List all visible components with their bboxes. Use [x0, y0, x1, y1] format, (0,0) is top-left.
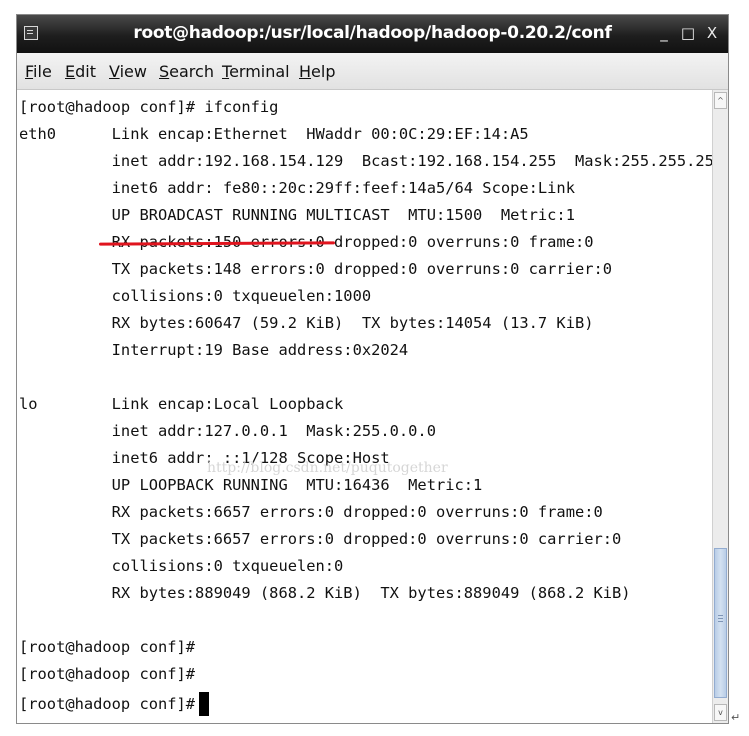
terminal-line: RX packets:6657 errors:0 dropped:0 overr… — [19, 503, 603, 521]
title-bar[interactable]: root@hadoop:/usr/local/hadoop/hadoop-0.2… — [17, 15, 728, 53]
menu-terminal-mnemonic: T — [222, 62, 230, 81]
terminal-line: RX bytes:889049 (868.2 KiB) TX bytes:889… — [19, 584, 631, 602]
chevron-down-icon: v — [718, 708, 723, 717]
terminal-prompt-line: [root@hadoop conf]# — [19, 692, 210, 716]
scrollbar-thumb[interactable] — [714, 548, 727, 698]
window-title: root@hadoop:/usr/local/hadoop/hadoop-0.2… — [133, 23, 612, 43]
grip-icon — [718, 615, 723, 616]
terminal-line: TX packets:6657 errors:0 dropped:0 overr… — [19, 530, 622, 548]
maximize-button[interactable]: □ — [679, 24, 697, 42]
menu-edit-label: dit — [75, 62, 96, 81]
menu-help-label: elp — [311, 62, 336, 81]
menu-view-label: iew — [119, 62, 147, 81]
menu-search-mnemonic: S — [159, 62, 170, 81]
terminal-output[interactable]: [root@hadoop conf]# ifconfig eth0 Link e… — [17, 90, 728, 723]
menu-bar: File Edit View Search Terminal Help — [17, 53, 728, 90]
menu-help[interactable]: Help — [299, 62, 335, 81]
terminal-line: [root@hadoop conf]# — [19, 638, 196, 656]
terminal-line: collisions:0 txqueuelen:1000 — [19, 287, 372, 305]
terminal-window: root@hadoop:/usr/local/hadoop/hadoop-0.2… — [16, 14, 729, 724]
terminal-line: UP BROADCAST RUNNING MULTICAST MTU:1500 … — [19, 206, 575, 224]
prompt-text: [root@hadoop conf]# — [19, 695, 196, 713]
scroll-up-button[interactable]: ^ — [714, 92, 727, 109]
terminal-line: [root@hadoop conf]# ifconfig — [19, 98, 279, 116]
menu-view-mnemonic: V — [109, 62, 120, 81]
menu-search-label: earch — [169, 62, 214, 81]
menu-terminal-label: erminal — [229, 62, 290, 81]
watermark-text: http://blog.csdn.net/puqutogether — [207, 460, 448, 476]
menu-file[interactable]: File — [25, 62, 52, 81]
terminal-line: inet addr:192.168.154.129 Bcast:192.168.… — [19, 152, 729, 170]
menu-search[interactable]: Search — [159, 62, 214, 81]
menu-terminal[interactable]: Terminal — [222, 62, 290, 81]
terminal-line: eth0 Link encap:Ethernet HWaddr 00:0C:29… — [19, 125, 529, 143]
menu-help-mnemonic: H — [299, 62, 312, 81]
menu-file-label: ile — [33, 62, 52, 81]
terminal-line: inet addr:127.0.0.1 Mask:255.0.0.0 — [19, 422, 436, 440]
vertical-scrollbar[interactable]: ^ v — [712, 90, 728, 723]
terminal-line: TX packets:148 errors:0 dropped:0 overru… — [19, 260, 613, 278]
menu-view[interactable]: View — [109, 62, 147, 81]
terminal-line: collisions:0 txqueuelen:0 — [19, 557, 344, 575]
chevron-up-icon: ^ — [717, 96, 724, 105]
close-button[interactable]: X — [703, 24, 721, 42]
terminal-line: UP LOOPBACK RUNNING MTU:16436 Metric:1 — [19, 476, 483, 494]
menu-edit-mnemonic: E — [65, 62, 76, 81]
terminal-line: inet6 addr: fe80::20c:29ff:feef:14a5/64 … — [19, 179, 575, 197]
terminal-line: RX bytes:60647 (59.2 KiB) TX bytes:14054… — [19, 314, 594, 332]
menu-edit[interactable]: Edit — [65, 62, 96, 81]
terminal-line: [root@hadoop conf]# — [19, 665, 196, 683]
terminal-line: Interrupt:19 Base address:0x2024 — [19, 341, 409, 359]
scroll-down-button[interactable]: v — [714, 704, 727, 721]
paragraph-mark: ↵ — [731, 711, 741, 724]
minimize-button[interactable]: _ — [655, 24, 673, 42]
terminal-line: lo Link encap:Local Loopback — [19, 395, 344, 413]
menu-file-mnemonic: F — [25, 62, 34, 81]
text-cursor — [199, 692, 210, 716]
